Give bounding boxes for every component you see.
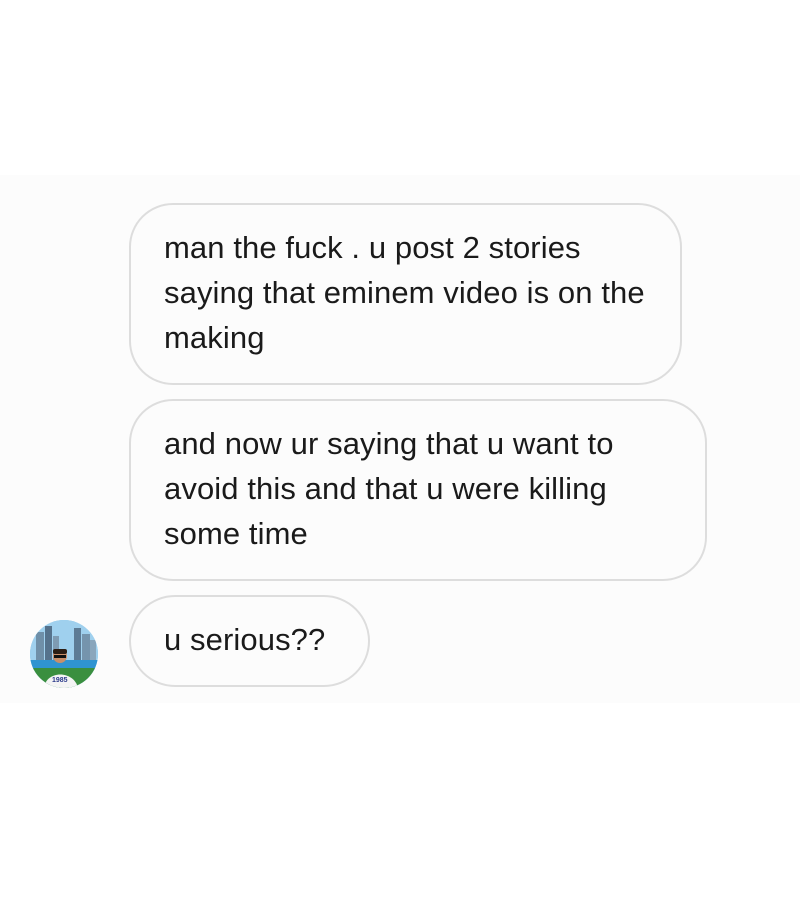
message-text: u serious?? <box>164 622 326 657</box>
message-bubble[interactable]: u serious?? <box>129 595 370 687</box>
message-text: and now ur saying that u want to avoid t… <box>164 426 614 551</box>
message-text: man the fuck . u post 2 stories saying t… <box>164 230 645 355</box>
profile-photo-avatar-icon: 1985 <box>30 620 98 688</box>
screenshot: man the fuck . u post 2 stories saying t… <box>0 0 800 898</box>
sender-avatar[interactable]: 1985 <box>30 620 98 688</box>
message-bubble[interactable]: and now ur saying that u want to avoid t… <box>129 399 707 581</box>
svg-text:1985: 1985 <box>52 677 68 684</box>
message-bubble[interactable]: man the fuck . u post 2 stories saying t… <box>129 203 682 385</box>
